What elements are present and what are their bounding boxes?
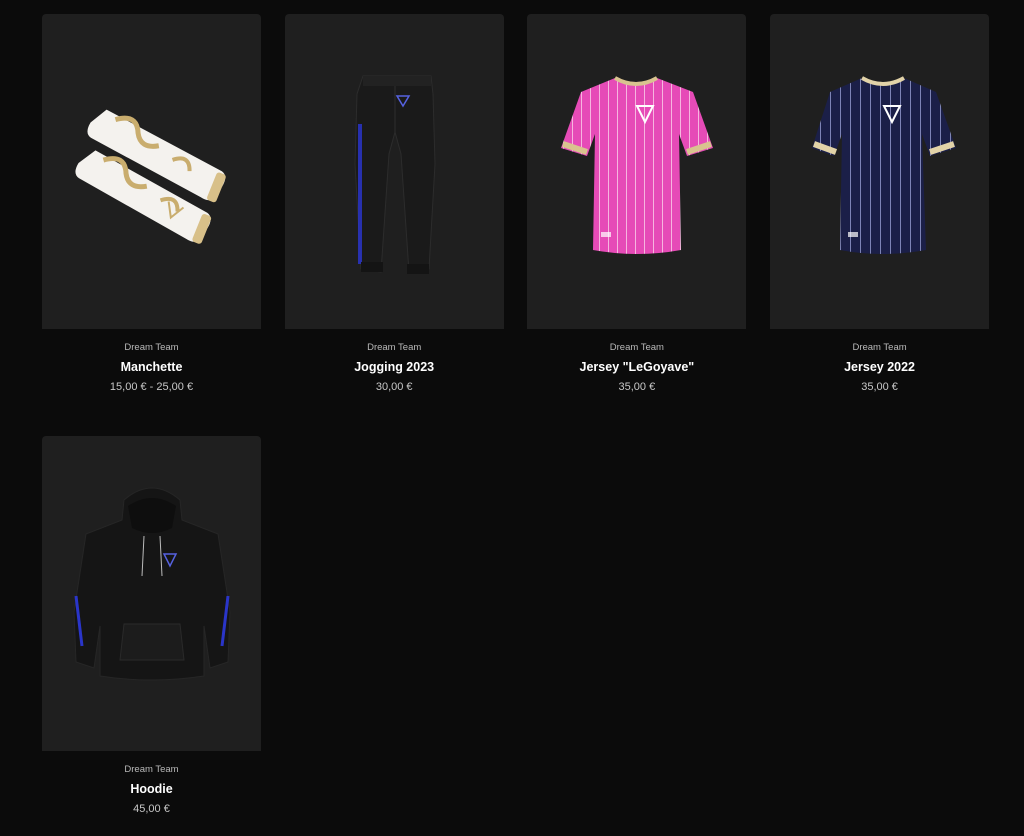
product-image-arm-sleeves[interactable]: [42, 14, 261, 329]
product-card[interactable]: Dream Team Jersey "LeGoyave" 35,00 €: [527, 14, 747, 414]
product-price: 45,00 €: [133, 803, 170, 815]
product-info: Dream Team Jersey "LeGoyave" 35,00 €: [580, 329, 695, 414]
product-card[interactable]: Dream Team Hoodie 45,00 €: [42, 436, 261, 836]
product-info: Dream Team Hoodie 45,00 €: [124, 751, 178, 836]
product-brand: Dream Team: [609, 342, 664, 353]
product-card[interactable]: Dream Team Jersey 2022 35,00 €: [770, 14, 990, 414]
product-card[interactable]: Dream Team Manchette 15,00 € - 25,00 €: [42, 14, 261, 414]
product-brand: Dream Team: [367, 342, 422, 353]
product-image-pink-jersey[interactable]: [527, 14, 747, 329]
product-info: Dream Team Jogging 2023 30,00 €: [354, 329, 434, 414]
product-info: Dream Team Jersey 2022 35,00 €: [844, 329, 915, 414]
product-name[interactable]: Jersey 2022: [844, 359, 915, 375]
product-name[interactable]: Jersey "LeGoyave": [580, 359, 695, 375]
product-price: 30,00 €: [375, 381, 413, 393]
product-card[interactable]: Dream Team Jogging 2023 30,00 €: [284, 14, 504, 414]
product-image-jogging-pants[interactable]: [284, 14, 504, 329]
product-brand: Dream Team: [124, 342, 179, 353]
pink-jersey-image: [561, 76, 714, 254]
arm-sleeves-image: [75, 109, 226, 244]
product-name[interactable]: Jogging 2023: [354, 359, 434, 375]
product-info: Dream Team Manchette 15,00 € - 25,00 €: [110, 329, 193, 414]
product-name[interactable]: Manchette: [110, 359, 193, 375]
navy-jersey-image: [812, 76, 957, 254]
product-price: 15,00 € - 25,00 €: [109, 381, 194, 393]
product-image-black-hoodie[interactable]: [42, 436, 261, 751]
jogging-pants-image: [354, 75, 436, 274]
product-price: 35,00 €: [861, 381, 898, 393]
product-brand: Dream Team: [124, 764, 179, 775]
product-grid: Dream Team Manchette 15,00 € - 25,00 € D…: [42, 14, 990, 836]
product-name[interactable]: Hoodie: [124, 781, 178, 797]
product-price: 35,00 €: [618, 381, 656, 393]
black-hoodie-image: [73, 487, 231, 681]
product-brand: Dream Team: [852, 342, 907, 353]
product-image-navy-jersey[interactable]: [770, 14, 990, 329]
